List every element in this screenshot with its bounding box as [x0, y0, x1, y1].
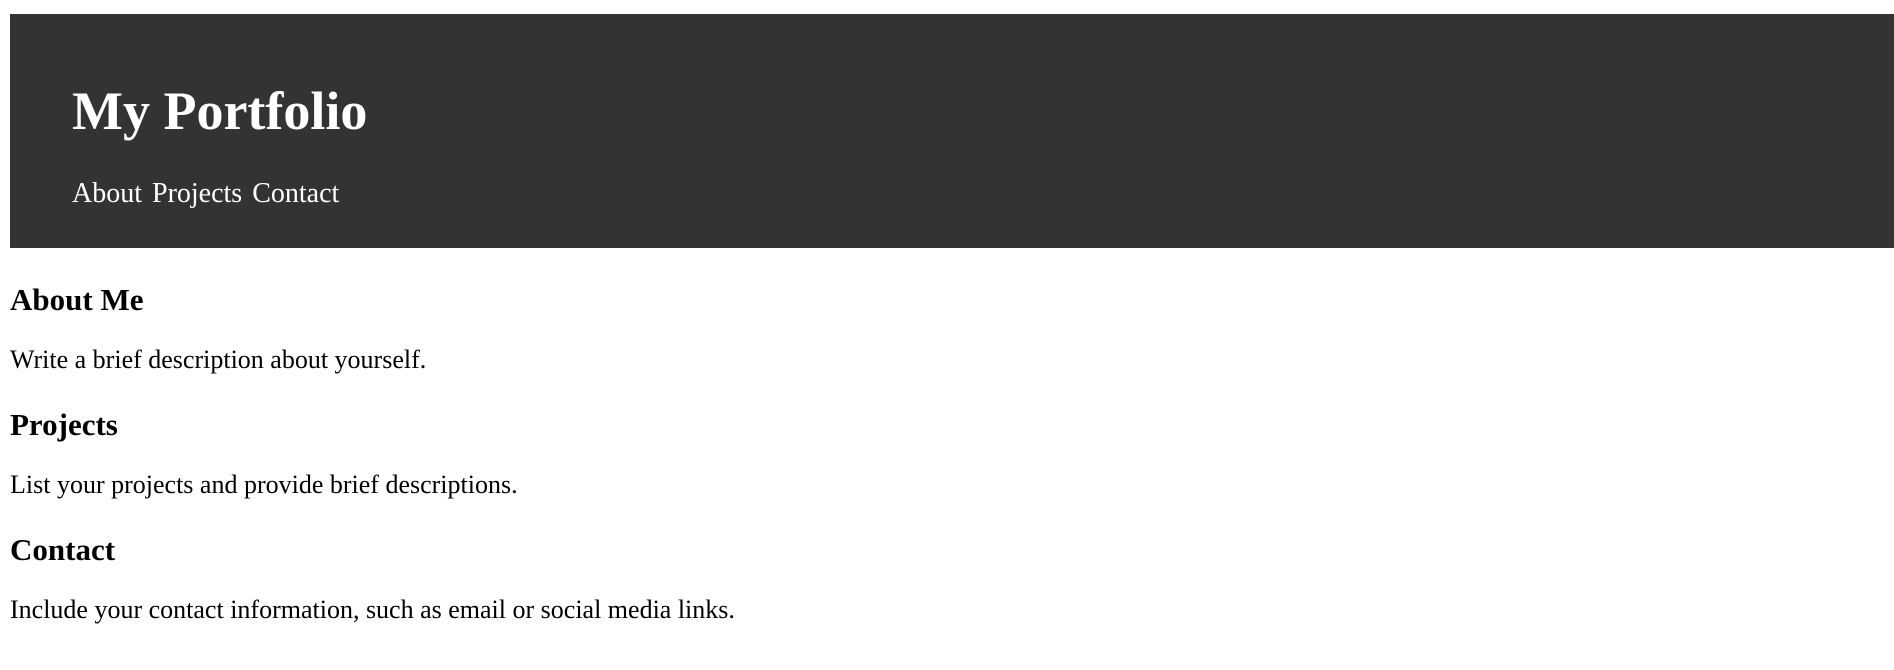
- site-title: My Portfolio: [72, 81, 368, 141]
- about-section: About Me Write a brief description about…: [10, 284, 1894, 373]
- nav-link-projects[interactable]: Projects: [152, 178, 242, 209]
- projects-section: Projects List your projects and provide …: [10, 409, 1894, 498]
- page: My Portfolio About Projects Contact Abou…: [0, 0, 1894, 670]
- about-heading: About Me: [10, 282, 144, 317]
- main-nav: About Projects Contact: [72, 180, 1894, 208]
- nav-link-about[interactable]: About: [72, 178, 142, 209]
- site-header: My Portfolio About Projects Contact: [10, 14, 1894, 248]
- projects-text: List your projects and provide brief des…: [10, 470, 518, 499]
- nav-link-contact[interactable]: Contact: [252, 178, 339, 209]
- projects-heading: Projects: [10, 407, 118, 442]
- contact-section: Contact Include your contact information…: [10, 534, 1894, 623]
- about-text: Write a brief description about yourself…: [10, 345, 427, 374]
- contact-heading: Contact: [10, 532, 116, 567]
- main-content: About Me Write a brief description about…: [10, 248, 1894, 623]
- contact-text: Include your contact information, such a…: [10, 595, 735, 624]
